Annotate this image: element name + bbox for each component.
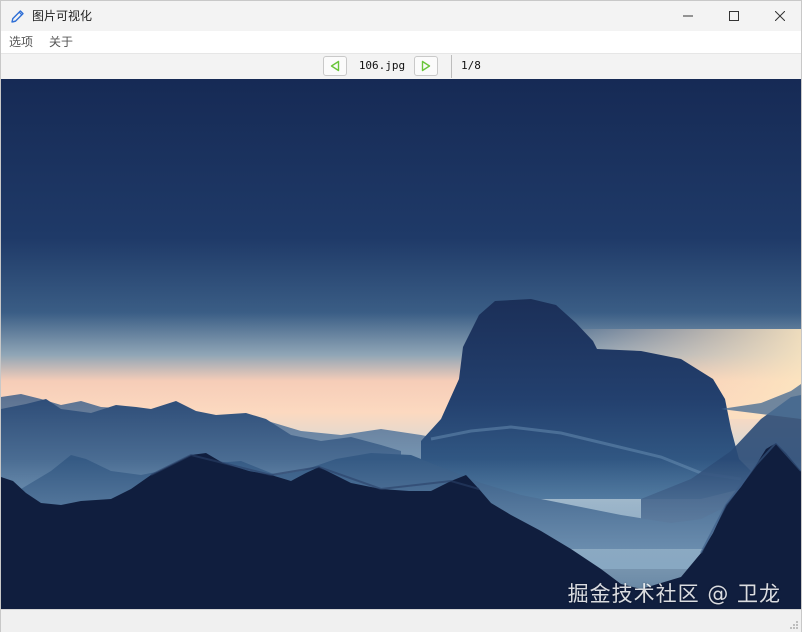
app-window: 图片可视化 选项 关于 106.jpg 1/8 掘金技术社区 @ 卫龙 (0, 0, 802, 632)
watermark-text: 掘金技术社区 @ 卫龙 (567, 582, 781, 606)
title-bar[interactable]: 图片可视化 (1, 1, 801, 31)
window-title: 图片可视化 (32, 9, 93, 23)
triangle-left-icon (330, 60, 340, 72)
menu-bar: 选项 关于 (1, 31, 801, 54)
close-button[interactable] (757, 1, 802, 31)
page-counter: 1/8 (461, 59, 481, 72)
maximize-icon (729, 11, 739, 21)
resize-grip-icon[interactable] (789, 620, 799, 630)
previous-image-button[interactable] (323, 56, 347, 76)
status-bar (1, 609, 801, 632)
close-icon (775, 11, 785, 21)
triangle-right-icon (421, 60, 431, 72)
minimize-icon (683, 15, 693, 17)
toolbar-separator (451, 55, 452, 78)
file-name-label: 106.jpg (358, 59, 406, 72)
image-viewport[interactable]: 掘金技术社区 @ 卫龙 (1, 79, 801, 609)
next-image-button[interactable] (414, 56, 438, 76)
menu-options[interactable]: 选项 (9, 34, 33, 50)
pen-edit-icon (11, 10, 24, 23)
menu-about[interactable]: 关于 (49, 34, 73, 50)
landscape-image (1, 79, 801, 609)
minimize-button[interactable] (665, 1, 711, 31)
toolbar: 106.jpg 1/8 (1, 54, 801, 79)
maximize-button[interactable] (711, 1, 757, 31)
